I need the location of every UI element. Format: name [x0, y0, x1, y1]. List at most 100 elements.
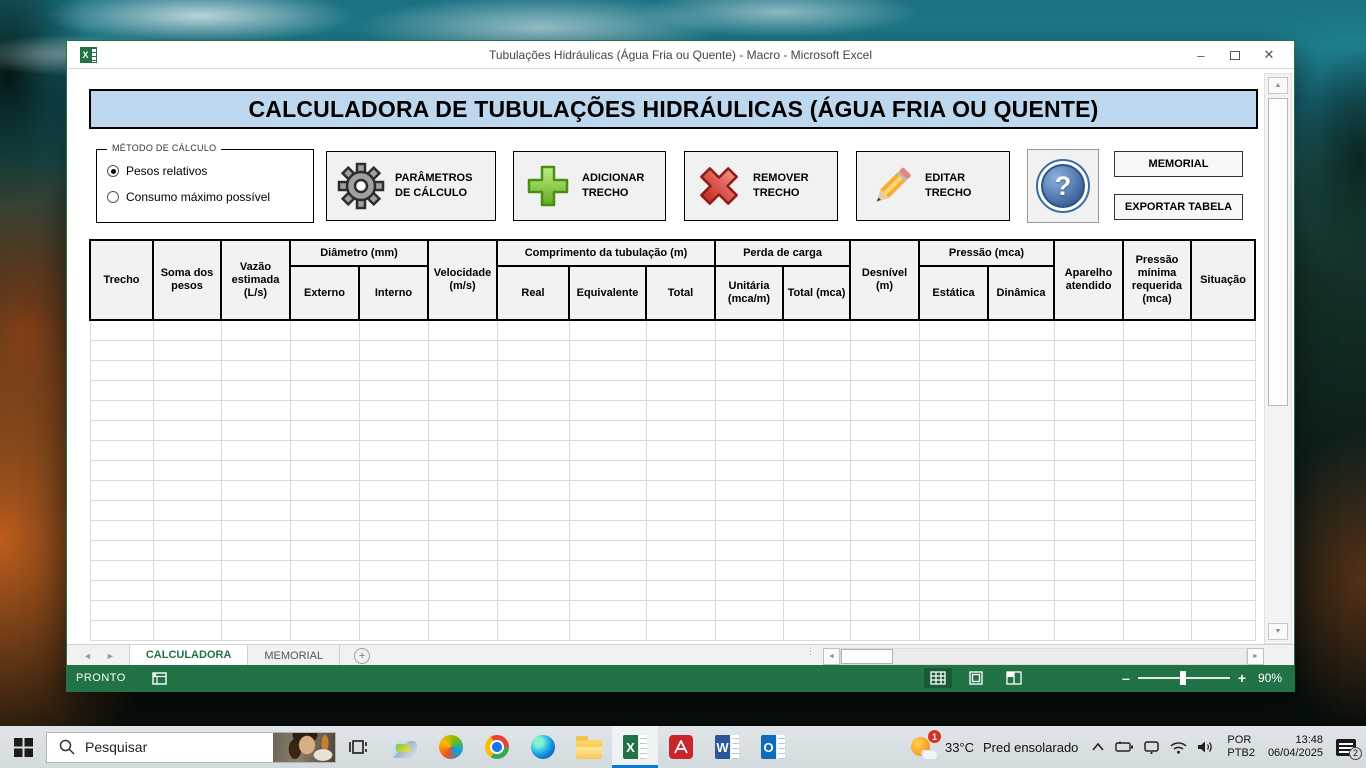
- sheet-cell[interactable]: [427, 379, 498, 401]
- sheet-cell[interactable]: [358, 599, 429, 621]
- sheet-cell[interactable]: [714, 459, 784, 481]
- sheet-cell[interactable]: [289, 319, 360, 341]
- sheet-cell[interactable]: [645, 439, 716, 461]
- sheet-cell[interactable]: [1190, 519, 1256, 541]
- sheet-cell[interactable]: [849, 379, 920, 401]
- sheet-cell[interactable]: [152, 399, 222, 421]
- sheet-cell[interactable]: [987, 319, 1055, 341]
- copilot-app-button[interactable]: [428, 726, 474, 768]
- sheet-cell[interactable]: [849, 539, 920, 561]
- sheet-cell[interactable]: [568, 419, 647, 441]
- sheet-cell[interactable]: [1122, 619, 1192, 641]
- scroll-right-button[interactable]: ►: [1247, 648, 1264, 665]
- sheet-cell[interactable]: [1190, 419, 1256, 441]
- start-button[interactable]: [0, 726, 46, 768]
- sheet-cell[interactable]: [220, 319, 291, 341]
- sheet-cell[interactable]: [427, 559, 498, 581]
- sheet-cell[interactable]: [152, 619, 222, 641]
- sheet-cell[interactable]: [220, 399, 291, 421]
- sheet-cell[interactable]: [1190, 559, 1256, 581]
- acrobat-app-button[interactable]: [658, 726, 704, 768]
- sheet-cell[interactable]: [987, 399, 1055, 421]
- sheet-cell[interactable]: [1053, 539, 1124, 561]
- sheet-cell[interactable]: [1122, 579, 1192, 601]
- sheet-cell[interactable]: [1122, 599, 1192, 621]
- volume-icon[interactable]: [1197, 740, 1214, 754]
- sheet-cell[interactable]: [714, 319, 784, 341]
- sheet-cell[interactable]: [1122, 359, 1192, 381]
- sheet-cell[interactable]: [1053, 339, 1124, 361]
- sheet-cell[interactable]: [918, 499, 989, 521]
- sheet-cell[interactable]: [496, 619, 570, 641]
- tab-memorial[interactable]: MEMORIAL: [248, 645, 341, 667]
- sheet-cell[interactable]: [89, 359, 154, 381]
- sheet-cell[interactable]: [289, 539, 360, 561]
- sheet-cell[interactable]: [987, 499, 1055, 521]
- sheet-cell[interactable]: [358, 579, 429, 601]
- sheet-cell[interactable]: [89, 599, 154, 621]
- sheet-cell[interactable]: [714, 339, 784, 361]
- sheet-cell[interactable]: [1122, 399, 1192, 421]
- sheet-cell[interactable]: [1053, 419, 1124, 441]
- tab-calculadora[interactable]: CALCULADORA: [128, 645, 249, 667]
- wifi-icon[interactable]: [1170, 741, 1187, 754]
- sheet-cell[interactable]: [568, 519, 647, 541]
- sheet-cell[interactable]: [1190, 339, 1256, 361]
- sheet-cell[interactable]: [782, 479, 851, 501]
- zoom-slider-thumb[interactable]: [1179, 671, 1186, 685]
- sheet-cell[interactable]: [782, 539, 851, 561]
- sheet-cell[interactable]: [358, 619, 429, 641]
- page-layout-view-button[interactable]: [962, 668, 990, 688]
- sheet-cell[interactable]: [358, 439, 429, 461]
- sheet-cell[interactable]: [918, 539, 989, 561]
- sheet-cell[interactable]: [568, 379, 647, 401]
- sheet-cell[interactable]: [289, 599, 360, 621]
- sheet-cell[interactable]: [289, 619, 360, 641]
- sheet-cell[interactable]: [152, 559, 222, 581]
- search-input[interactable]: Pesquisar: [46, 731, 336, 763]
- sheet-cell[interactable]: [152, 419, 222, 441]
- sheet-cell[interactable]: [918, 419, 989, 441]
- exportar-tabela-button[interactable]: EXPORTAR TABELA: [1114, 194, 1243, 220]
- sheet-cell[interactable]: [289, 439, 360, 461]
- sheet-cell[interactable]: [918, 319, 989, 341]
- sheet-cell[interactable]: [289, 359, 360, 381]
- sheet-cell[interactable]: [987, 379, 1055, 401]
- sheet-cell[interactable]: [568, 479, 647, 501]
- memorial-button[interactable]: MEMORIAL: [1114, 151, 1243, 177]
- sheet-cell[interactable]: [1053, 619, 1124, 641]
- sheet-cell[interactable]: [1190, 479, 1256, 501]
- sheet-cell[interactable]: [89, 379, 154, 401]
- sheet-cell[interactable]: [358, 559, 429, 581]
- sheet-cell[interactable]: [220, 559, 291, 581]
- sheet-cell[interactable]: [782, 579, 851, 601]
- sheet-cell[interactable]: [152, 579, 222, 601]
- sheet-cell[interactable]: [645, 379, 716, 401]
- scroll-up-button[interactable]: ▲: [1268, 77, 1288, 94]
- sheet-cell[interactable]: [987, 339, 1055, 361]
- sheet-cell[interactable]: [1122, 499, 1192, 521]
- sheet-cell[interactable]: [1190, 599, 1256, 621]
- sheet-cell[interactable]: [427, 459, 498, 481]
- sheet-cell[interactable]: [987, 419, 1055, 441]
- sheet-cell[interactable]: [496, 399, 570, 421]
- weather-widget[interactable]: 1 33°C Pred ensolarado: [910, 730, 1078, 760]
- zoom-level[interactable]: 90%: [1258, 671, 1282, 685]
- sheet-cell[interactable]: [645, 479, 716, 501]
- sheet-cell[interactable]: [289, 519, 360, 541]
- sheet-cell[interactable]: [1053, 459, 1124, 481]
- sheet-cell[interactable]: [358, 499, 429, 521]
- sheet-cell[interactable]: [1053, 359, 1124, 381]
- sheet-cell[interactable]: [645, 539, 716, 561]
- sheet-cell[interactable]: [918, 559, 989, 581]
- parametros-calculo-button[interactable]: PARÂMETROS DE CÁLCULO: [326, 151, 496, 221]
- sheet-cell[interactable]: [987, 599, 1055, 621]
- sheet-cell[interactable]: [714, 439, 784, 461]
- sheet-cell[interactable]: [220, 359, 291, 381]
- sheet-cell[interactable]: [918, 339, 989, 361]
- sheet-cell[interactable]: [89, 539, 154, 561]
- sheet-cell[interactable]: [918, 519, 989, 541]
- sheet-cell[interactable]: [782, 359, 851, 381]
- sheet-cell[interactable]: [152, 439, 222, 461]
- excel-taskbar-button[interactable]: X: [612, 726, 658, 768]
